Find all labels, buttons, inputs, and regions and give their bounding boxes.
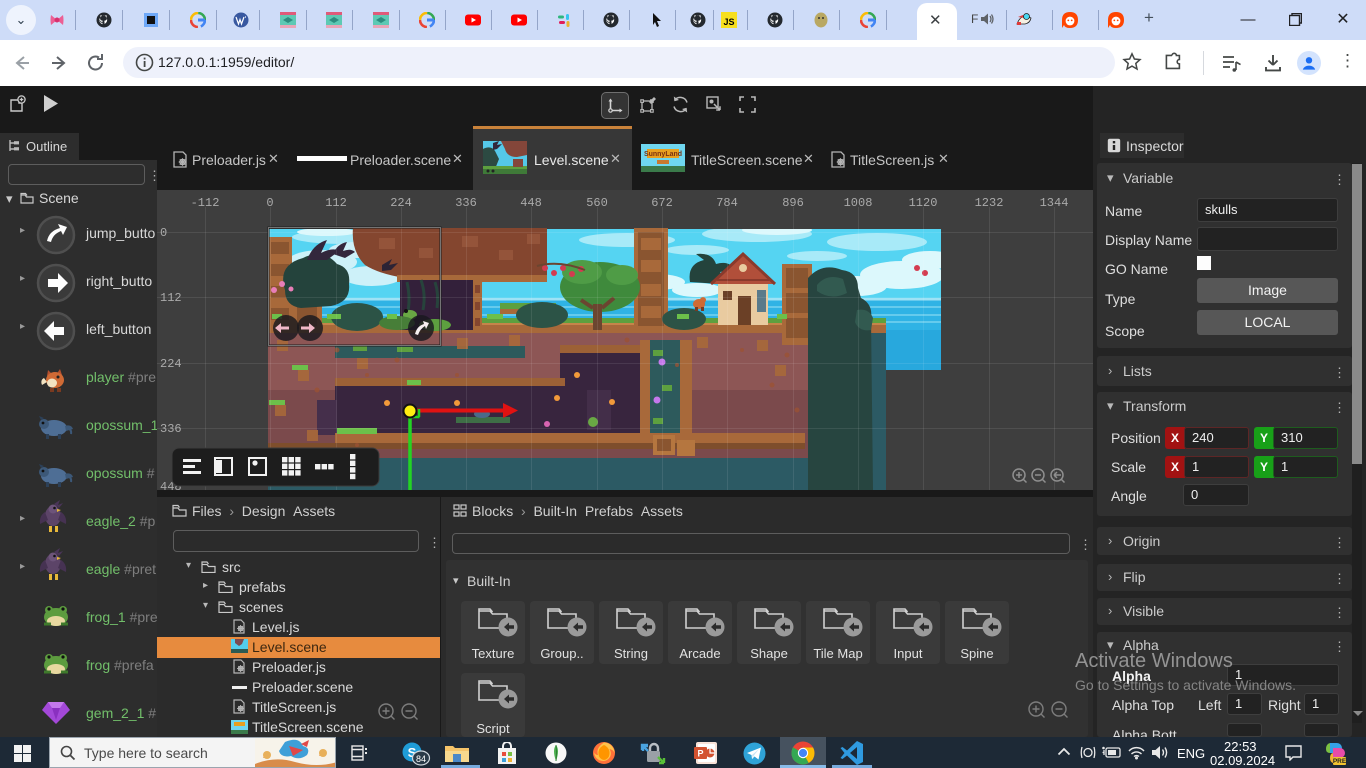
svg-text:SunnyLand: SunnyLand bbox=[644, 151, 682, 158]
svg-text:JS: JS bbox=[723, 17, 734, 27]
svg-text:P: P bbox=[697, 749, 703, 759]
svg-text:PRE: PRE bbox=[1333, 758, 1346, 765]
svg-text:84: 84 bbox=[416, 754, 426, 764]
